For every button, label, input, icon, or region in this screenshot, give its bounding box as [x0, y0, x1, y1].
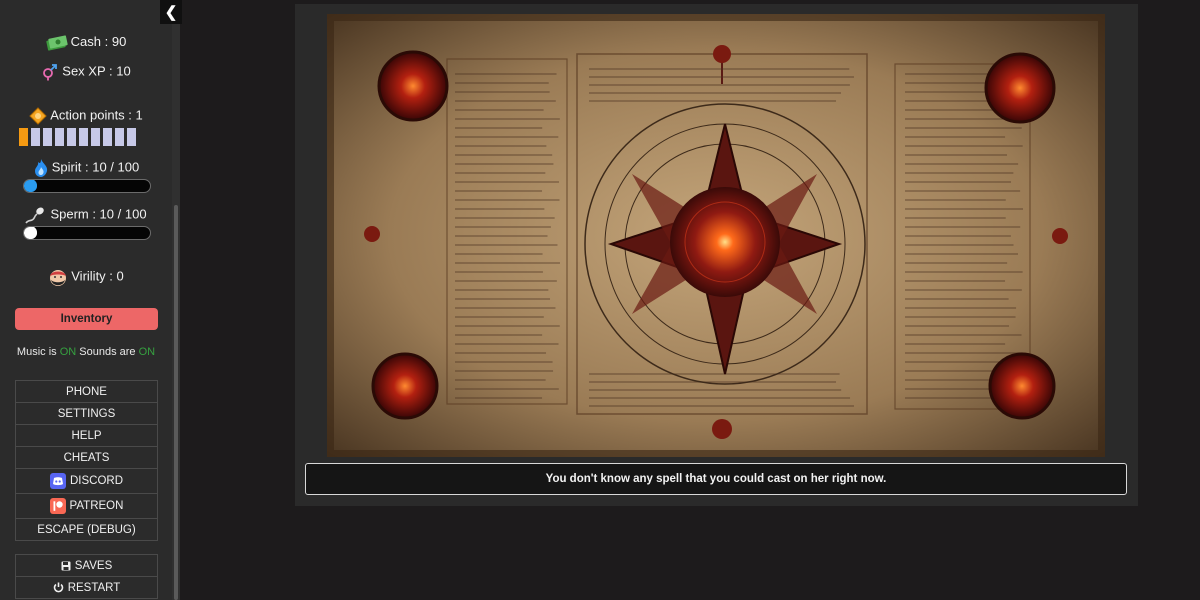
sperm-icon	[25, 207, 45, 224]
main-menu: PHONE SETTINGS HELP CHEATS DISCORD PATRE…	[15, 380, 158, 541]
power-icon	[53, 582, 64, 593]
saves-button[interactable]: SAVES	[15, 554, 158, 577]
action-point-box	[103, 128, 112, 146]
action-point-box	[127, 128, 136, 146]
collapse-sidebar-button[interactable]: ❮	[160, 0, 182, 24]
phone-button[interactable]: PHONE	[15, 380, 158, 403]
action-point-box	[31, 128, 40, 146]
spirit-bar	[23, 179, 151, 193]
save-icon	[61, 561, 71, 571]
sperm-bar-knob	[24, 227, 37, 239]
action-point-box	[115, 128, 124, 146]
sex-xp-stat: Sex XP : 10	[0, 63, 172, 81]
sidebar: Cash : 90 Sex XP : 10 Action points : 1 …	[0, 0, 172, 600]
help-button[interactable]: HELP	[15, 424, 158, 447]
sperm-stat: Sperm : 10 / 100	[0, 205, 172, 225]
audio-status: Music is ON Sounds are ON	[16, 346, 156, 358]
patreon-button[interactable]: PATREON	[15, 493, 158, 519]
sperm-bar	[23, 226, 151, 240]
dialogue-box[interactable]: You don't know any spell that you could …	[305, 463, 1127, 495]
music-toggle[interactable]: ON	[60, 346, 77, 358]
action-point-box	[91, 128, 100, 146]
action-point-box	[67, 128, 76, 146]
face-icon	[50, 270, 67, 286]
chevron-left-icon: ❮	[164, 4, 178, 21]
sounds-toggle[interactable]: ON	[139, 346, 156, 358]
inventory-button[interactable]: Inventory	[15, 308, 158, 330]
discord-icon	[49, 473, 66, 489]
gender-icon	[43, 64, 58, 81]
spirit-stat: Spirit : 10 / 100	[0, 158, 172, 178]
action-point-box	[55, 128, 64, 146]
action-points-icon	[29, 107, 47, 125]
virility-stat: Virility : 0	[0, 266, 172, 288]
action-point-box	[43, 128, 52, 146]
action-point-box	[19, 128, 28, 146]
escape-debug-button[interactable]: ESCAPE (DEBUG)	[15, 518, 158, 541]
patreon-icon	[49, 498, 66, 514]
system-menu: SAVES RESTART	[15, 554, 158, 599]
sidebar-scrollbar-thumb[interactable]	[174, 205, 178, 600]
restart-button[interactable]: RESTART	[15, 576, 158, 599]
action-point-box	[79, 128, 88, 146]
cash-icon	[46, 34, 68, 51]
flame-icon	[34, 159, 47, 177]
discord-button[interactable]: DISCORD	[15, 468, 158, 494]
cheats-button[interactable]: CHEATS	[15, 446, 158, 469]
grimoire-pentagram-image	[327, 14, 1105, 457]
action-points-meter	[19, 128, 136, 146]
action-points-stat: Action points : 1	[0, 107, 172, 125]
cash-stat: Cash : 90	[0, 34, 172, 51]
settings-button[interactable]: SETTINGS	[15, 402, 158, 425]
spirit-bar-knob	[24, 180, 37, 192]
